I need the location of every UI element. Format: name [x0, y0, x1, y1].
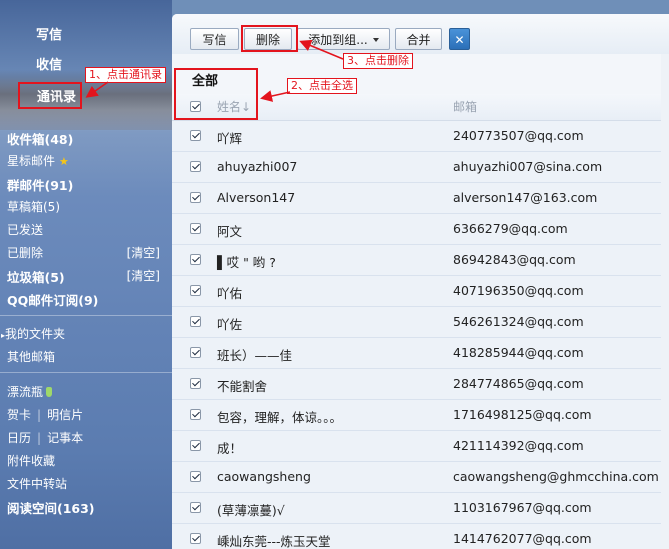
arrow-step1 — [85, 81, 109, 98]
arrow-step3 — [299, 39, 344, 60]
arrow-step2 — [260, 90, 291, 102]
annotation-arrows — [85, 39, 344, 102]
